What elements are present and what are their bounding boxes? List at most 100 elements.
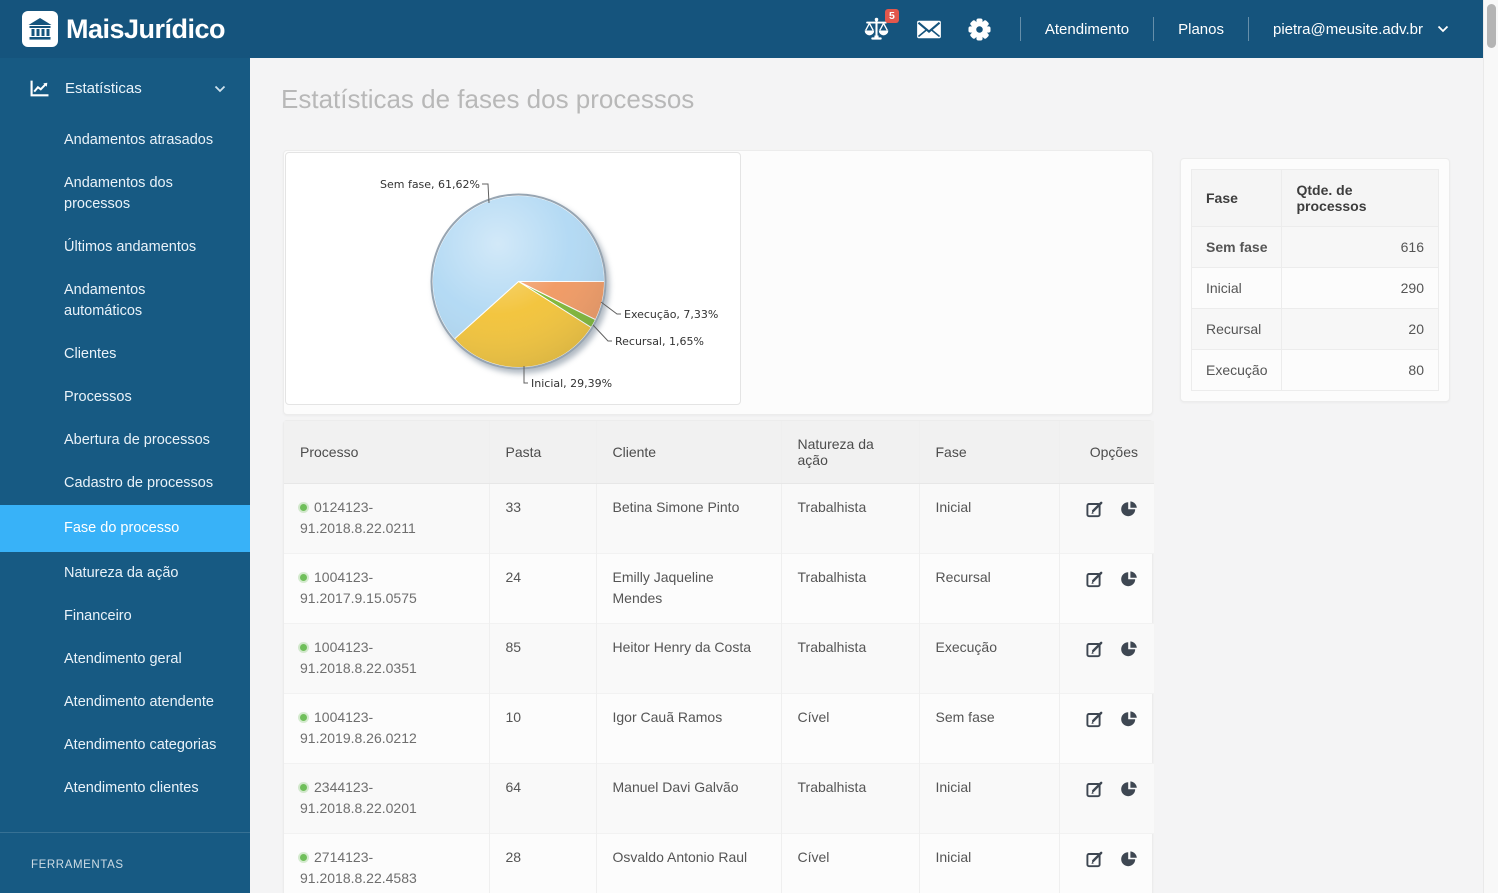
sidebar-item-andamentos-dos-processos[interactable]: Andamentos dos processos: [0, 162, 250, 226]
cliente-cell: Manuel Davi Galvão: [595, 763, 781, 834]
process-table-card: Processo Pasta Cliente Natureza da ação …: [283, 420, 1154, 893]
status-dot-icon: [300, 574, 307, 581]
sidebar-item-andamentos-atrasados[interactable]: Andamentos atrasados: [0, 119, 250, 162]
pie-chart-icon[interactable]: [1120, 500, 1138, 518]
summary-qtde-cell: 616: [1281, 226, 1439, 268]
summary-row: Recursal 20: [1190, 308, 1439, 350]
sidebar-item-atendimento-clientes[interactable]: Atendimento clientes: [0, 767, 250, 810]
sidebar-item-atendimento-geral[interactable]: Atendimento geral: [0, 638, 250, 681]
pie-chart-icon[interactable]: [1120, 570, 1138, 588]
cliente-cell: Heitor Henry da Costa: [595, 623, 781, 694]
sidebar-item-ultimos-andamentos[interactable]: Últimos andamentos: [0, 226, 250, 269]
summary-fase-cell: Execução: [1190, 349, 1283, 391]
cliente-cell: Emilly Jaqueline Mendes: [595, 553, 781, 624]
process-number-cell: 1004123- 91.2019.8.26.0212: [284, 693, 489, 764]
pie-chart-svg: Sem fase, 61,62% Inicial, 29,39% Recursal,…: [380, 178, 718, 390]
status-dot-icon: [300, 854, 307, 861]
nav-item-atendimento[interactable]: Atendimento: [1037, 15, 1137, 44]
pasta-cell: 85: [488, 623, 596, 694]
sidebar-item-andamentos-automaticos[interactable]: Andamentos automáticos: [0, 269, 250, 333]
pie-label-execucao: Execução, 7,33%: [624, 308, 718, 321]
pie-chart-icon[interactable]: [1120, 710, 1138, 728]
scrollbar-thumb[interactable]: [1487, 4, 1496, 48]
col-header-opcoes: Opções: [1058, 421, 1154, 484]
sidebar-item-cadastro-de-processos[interactable]: Cadastro de processos: [0, 462, 250, 505]
sidebar-item-atendimento-categorias[interactable]: Atendimento categorias: [0, 724, 250, 767]
summary-header-fase: Fase: [1190, 169, 1283, 227]
sidebar-divider: [0, 832, 250, 834]
sidebar-item-fase-do-processo[interactable]: Fase do processo: [0, 505, 250, 553]
process-number-cell: 1004123- 91.2017.9.15.0575: [284, 553, 489, 624]
summary-row: Sem fase 616: [1190, 226, 1439, 268]
sidebar-item-natureza-da-acao[interactable]: Natureza da ação: [0, 552, 250, 595]
pie-chart-icon[interactable]: [1120, 850, 1138, 868]
summary-fase-cell: Recursal: [1190, 308, 1283, 350]
pie-label-inicial: Inicial, 29,39%: [531, 377, 612, 390]
summary-fase-cell: Inicial: [1190, 267, 1283, 309]
edit-icon[interactable]: [1086, 780, 1104, 798]
divider: [1153, 17, 1155, 41]
notifications-scales-button[interactable]: 5: [863, 8, 899, 42]
sidebar-item-clientes[interactable]: Clientes: [0, 333, 250, 376]
edit-icon[interactable]: [1086, 570, 1104, 588]
pasta-cell: 28: [488, 833, 596, 893]
navbar: MaisJurídico 5 Atendimento Planos pietra…: [0, 0, 1483, 58]
nav-item-planos[interactable]: Planos: [1170, 15, 1232, 44]
gear-icon: [968, 17, 991, 41]
options-cell: [1058, 483, 1154, 554]
natureza-cell: Cível: [780, 693, 919, 764]
status-dot-icon: [300, 504, 307, 511]
edit-icon[interactable]: [1086, 710, 1104, 728]
chevron-down-icon: [1437, 25, 1449, 33]
brand[interactable]: MaisJurídico: [22, 11, 226, 47]
pasta-cell: 10: [488, 693, 596, 764]
messages-button[interactable]: [916, 20, 942, 39]
pie-chart-icon[interactable]: [1120, 780, 1138, 798]
edit-icon[interactable]: [1086, 640, 1104, 658]
user-account-menu[interactable]: pietra@meusite.adv.br: [1265, 15, 1457, 44]
options-cell: [1058, 693, 1154, 764]
summary-header-qtde: Qtde. de processos: [1281, 169, 1439, 227]
natureza-cell: Trabalhista: [780, 623, 919, 694]
process-table: Processo Pasta Cliente Natureza da ação …: [284, 421, 1154, 893]
edit-icon[interactable]: [1086, 500, 1104, 518]
col-header-natureza: Natureza da ação: [780, 421, 919, 484]
main-content: Estatísticas de fases dos processos Sem …: [250, 58, 1483, 893]
settings-button[interactable]: [968, 17, 991, 41]
fase-cell: Execução: [918, 623, 1059, 694]
natureza-cell: Trabalhista: [780, 483, 919, 554]
notification-badge: 5: [885, 8, 899, 24]
page-title: Estatísticas de fases dos processos: [281, 84, 695, 114]
summary-table-body: Sem fase 616 Inicial 290 Recursal 20 Execução 8…: [1190, 226, 1439, 391]
sidebar-item-atendimento-atendente[interactable]: Atendimento atendente: [0, 681, 250, 724]
options-cell: [1058, 763, 1154, 834]
brand-name: MaisJurídico: [66, 13, 226, 44]
pie-chart-panel: Sem fase, 61,62% Inicial, 29,39% Recursal,…: [285, 152, 741, 405]
pie-chart-icon[interactable]: [1120, 640, 1138, 658]
envelope-icon: [917, 20, 941, 38]
pasta-cell: 64: [488, 763, 596, 834]
process-number-cell: 2344123- 91.2018.8.22.0201: [284, 763, 489, 834]
pie-label-recursal: Recursal, 1,65%: [615, 335, 704, 348]
fase-cell: Recursal: [918, 553, 1059, 624]
summary-row: Execução 80: [1190, 349, 1439, 391]
process-row: 1004123- 91.2019.8.26.0212 10 Igor Cauã Ram…: [284, 693, 1154, 764]
process-row: 2344123- 91.2018.8.22.0201 64 Manuel Davi G…: [284, 763, 1154, 834]
edit-icon[interactable]: [1086, 850, 1104, 868]
sidebar-items: Andamentos atrasados Andamentos dos proce…: [0, 119, 250, 810]
scrollbar[interactable]: [1483, 0, 1498, 893]
pasta-cell: 24: [488, 553, 596, 624]
col-header-processo: Processo: [284, 421, 489, 484]
fase-cell: Sem fase: [918, 693, 1059, 764]
sidebar-item-diario-oficial[interactable]: Diário Oficial: [0, 873, 250, 893]
sidebar-item-abertura-de-processos[interactable]: Abertura de processos: [0, 419, 250, 462]
sidebar-item-financeiro[interactable]: Financeiro: [0, 595, 250, 638]
status-dot-icon: [300, 784, 307, 791]
sidebar-section-estatisticas[interactable]: Estatísticas: [0, 58, 250, 119]
pie-label-sem-fase: Sem fase, 61,62%: [380, 178, 480, 191]
chevron-down-icon: [214, 85, 226, 92]
options-cell: [1058, 833, 1154, 893]
sidebar-item-processos[interactable]: Processos: [0, 376, 250, 419]
pie-gloss: [432, 195, 605, 368]
process-number-cell: 1004123- 91.2018.8.22.0351: [284, 623, 489, 694]
